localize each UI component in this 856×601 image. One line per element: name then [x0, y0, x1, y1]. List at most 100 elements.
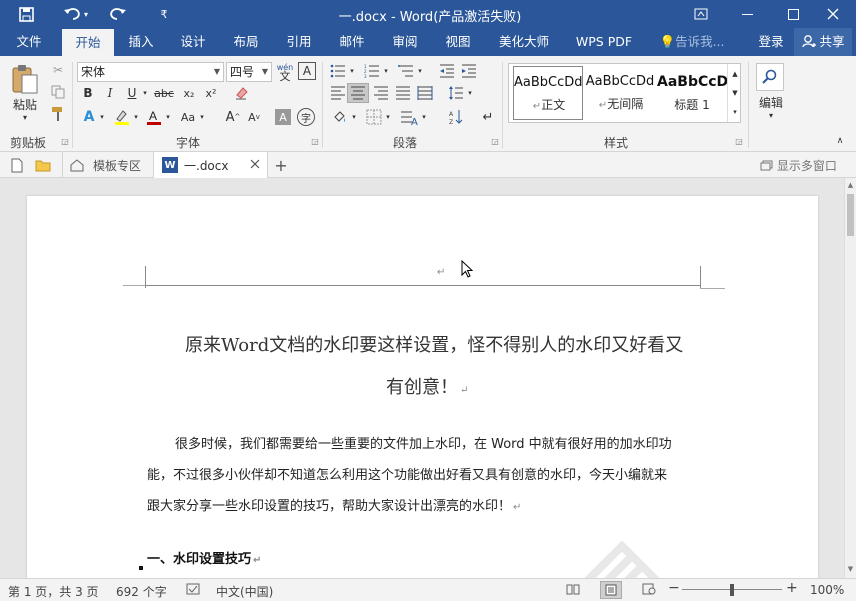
numbering-icon[interactable]: 123 — [362, 62, 382, 80]
close-button[interactable] — [810, 0, 856, 28]
zoom-out-icon[interactable]: − — [668, 580, 680, 596]
ribbon-display-options-icon[interactable] — [678, 0, 724, 28]
style-heading-1[interactable]: AaBbCcD 标题 1 — [657, 66, 728, 120]
phonetic-guide-icon[interactable]: wén 文 — [274, 61, 296, 83]
tab-file[interactable]: 文件 — [6, 28, 52, 56]
shrink-font-icon[interactable]: Av — [245, 108, 263, 126]
align-right-icon[interactable] — [371, 84, 391, 102]
scroll-up-icon[interactable]: ▲ — [845, 180, 856, 190]
paste-button-label[interactable]: 粘贴 — [6, 96, 44, 112]
page-count[interactable]: 第 1 页，共 3 页 — [8, 583, 99, 600]
scroll-down-icon[interactable]: ▼ — [845, 564, 856, 574]
open-folder-icon[interactable] — [34, 156, 52, 174]
underline-icon[interactable]: U — [123, 84, 141, 102]
grow-font-icon[interactable]: A ^ — [224, 108, 242, 126]
read-mode-icon[interactable] — [566, 583, 580, 598]
chevron-down-icon[interactable]: ▾ — [132, 110, 140, 124]
highlight-icon[interactable] — [112, 108, 132, 126]
scroll-down-icon[interactable]: ▼ — [728, 85, 742, 101]
chevron-down-icon[interactable]: ▾ — [164, 110, 172, 124]
chevron-down-icon[interactable]: ▾ — [141, 86, 149, 100]
more-styles-icon[interactable]: ▾ — [728, 104, 742, 120]
tab-beautify[interactable]: 美化大师 — [490, 28, 558, 56]
tab-wps-pdf[interactable]: WPS PDF — [570, 28, 638, 56]
chevron-down-icon[interactable]: ▾ — [350, 110, 358, 124]
new-document-icon[interactable] — [8, 156, 26, 174]
chevron-down-icon[interactable]: ▾ — [384, 110, 392, 124]
chevron-down-icon[interactable]: ▾ — [466, 86, 474, 100]
show-multi-window-button[interactable]: 显示多窗口 — [760, 157, 837, 174]
close-tab-icon[interactable] — [248, 157, 262, 171]
bullets-icon[interactable] — [328, 62, 348, 80]
tab-design[interactable]: 设计 — [170, 28, 216, 56]
italic-icon[interactable]: I — [101, 84, 119, 102]
character-shading-icon[interactable]: A — [275, 109, 291, 125]
chevron-down-icon[interactable]: ▾ — [766, 110, 776, 120]
search-icon[interactable] — [756, 63, 784, 91]
text-effects-icon[interactable]: A — [80, 108, 98, 126]
shading-icon[interactable] — [330, 108, 350, 126]
styles-launcher-icon[interactable]: ◲ — [734, 136, 744, 146]
character-border-icon[interactable]: A — [298, 62, 316, 80]
share-button[interactable]: 共享 — [794, 28, 852, 56]
clipboard-launcher-icon[interactable]: ◲ — [60, 136, 70, 146]
borders-icon[interactable] — [364, 108, 384, 126]
multilevel-list-icon[interactable] — [396, 62, 416, 80]
change-case-icon[interactable]: Aa — [178, 108, 198, 126]
undo-dropdown-icon[interactable]: ▾ — [78, 0, 94, 28]
style-no-spacing[interactable]: AaBbCcDd ↵无间隔 — [585, 66, 655, 120]
paragraph-launcher-icon[interactable]: ◲ — [490, 136, 500, 146]
scrollbar-thumb[interactable] — [847, 194, 854, 236]
paste-icon[interactable] — [8, 62, 42, 96]
decrease-indent-icon[interactable] — [437, 62, 457, 80]
tab-references[interactable]: 引用 — [276, 28, 322, 56]
sort-icon[interactable]: AZ — [446, 108, 466, 126]
vertical-scrollbar[interactable]: ▲ ▼ — [844, 178, 856, 578]
chevron-down-icon[interactable]: ▾ — [198, 110, 206, 124]
distributed-icon[interactable] — [415, 84, 435, 102]
font-name-combo[interactable]: 宋体 ▼ — [77, 62, 224, 82]
tab-mailings[interactable]: 邮件 — [329, 28, 375, 56]
align-left-icon[interactable] — [328, 84, 348, 102]
tab-review[interactable]: 审阅 — [382, 28, 428, 56]
redo-icon[interactable] — [104, 0, 132, 28]
language-status[interactable]: 中文(中国) — [216, 583, 273, 600]
cut-icon[interactable]: ✂ — [48, 60, 68, 80]
subscript-icon[interactable]: x₂ — [179, 84, 199, 102]
collapse-ribbon-icon[interactable]: ∧ — [834, 136, 846, 146]
font-launcher-icon[interactable]: ◲ — [310, 136, 320, 146]
align-center-icon[interactable] — [347, 83, 369, 103]
word-count[interactable]: 692 个字 — [116, 583, 167, 600]
show-formatting-marks-icon[interactable]: ↵ — [478, 108, 498, 126]
increase-indent-icon[interactable] — [459, 62, 479, 80]
zoom-slider-thumb[interactable] — [730, 584, 734, 596]
save-icon[interactable] — [12, 0, 40, 28]
strikethrough-icon[interactable]: abc — [152, 84, 176, 102]
bold-icon[interactable]: B — [79, 84, 97, 102]
clear-formatting-icon[interactable] — [232, 84, 252, 102]
chevron-down-icon[interactable]: ▾ — [416, 64, 424, 78]
tab-insert[interactable]: 插入 — [118, 28, 164, 56]
tab-template-zone[interactable]: 模板专区 — [62, 152, 154, 178]
tab-document[interactable]: W 一.docx — [154, 152, 268, 178]
tab-home[interactable]: 开始 — [62, 28, 114, 56]
login-link[interactable]: 登录 — [752, 28, 790, 56]
web-layout-icon[interactable] — [642, 583, 656, 598]
line-spacing-icon[interactable] — [446, 84, 466, 102]
tab-layout[interactable]: 布局 — [223, 28, 269, 56]
superscript-icon[interactable]: x² — [201, 84, 221, 102]
document-page[interactable]: ↵ 原来Word文档的水印要这样设置，怪不得别人的水印又好看又 有创意！ ↵ 很多… — [27, 196, 818, 578]
scroll-up-icon[interactable]: ▲ — [728, 66, 742, 82]
font-size-combo[interactable]: 四号 ▼ — [226, 62, 272, 82]
editing-button[interactable]: 编辑 — [752, 94, 790, 110]
chinese-layout-icon[interactable]: A — [398, 108, 420, 126]
chevron-down-icon[interactable]: ▾ — [420, 110, 428, 124]
print-layout-icon[interactable] — [600, 581, 622, 599]
style-normal[interactable]: AaBbCcDd ↵正文 — [513, 66, 583, 120]
chevron-down-icon[interactable]: ▾ — [98, 110, 106, 124]
new-tab-icon[interactable]: + — [272, 156, 290, 175]
enclose-characters-icon[interactable]: 字 — [297, 108, 315, 126]
tab-view[interactable]: 视图 — [435, 28, 481, 56]
font-color-icon[interactable]: A — [144, 108, 164, 126]
chevron-down-icon[interactable]: ▾ — [382, 64, 390, 78]
